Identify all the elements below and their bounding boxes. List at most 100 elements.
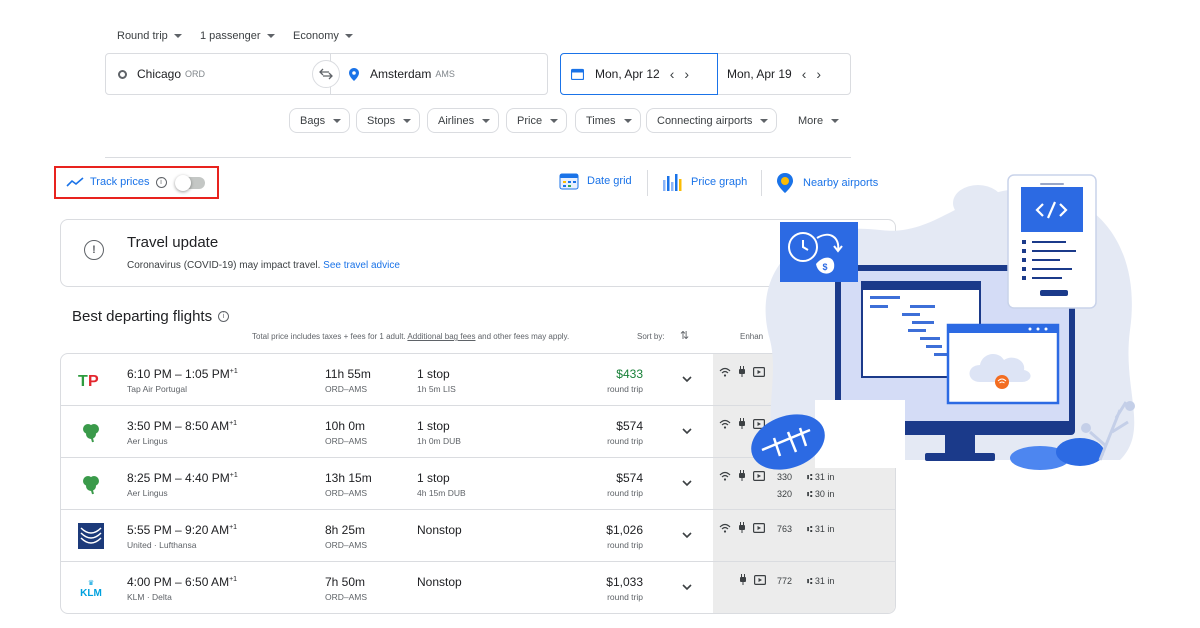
caret-down-icon xyxy=(760,118,769,123)
airline-name: Aer Lingus xyxy=(127,488,168,498)
chevron-left-icon[interactable]: ‹ xyxy=(670,67,675,81)
airline-name: Tap Air Portugal xyxy=(127,384,188,394)
expand-chevron-icon[interactable] xyxy=(680,476,694,490)
stops: 1 stop xyxy=(417,419,450,433)
info-icon[interactable]: i xyxy=(155,176,167,188)
price: $574 xyxy=(616,419,643,433)
cabin-label: Economy xyxy=(293,30,339,42)
shamrock-logo xyxy=(77,472,105,496)
filter-connecting-airports[interactable]: Connecting airports xyxy=(646,108,778,133)
filter-times[interactable]: Times xyxy=(575,108,641,133)
depart-date-field[interactable]: Mon, Apr 12 ‹ › xyxy=(560,53,718,95)
price-graph-icon xyxy=(663,174,682,191)
trend-icon xyxy=(66,177,84,187)
chevron-left-icon[interactable]: ‹ xyxy=(802,67,807,81)
legroom: ⑆ 31 in xyxy=(807,576,835,586)
price-type: round trip xyxy=(607,488,643,498)
price-type: round trip xyxy=(607,592,643,602)
flight-times: 4:00 PM – 6:50 AM+1 xyxy=(127,575,238,589)
filter-more[interactable]: More xyxy=(788,108,848,133)
travel-update-text: Coronavirus (COVID-19) may impact travel… xyxy=(127,260,321,271)
amenity-icons xyxy=(719,522,765,533)
aircraft-type: 320 xyxy=(777,489,793,499)
info-icon[interactable]: i xyxy=(218,311,230,322)
price: $433 xyxy=(616,367,643,381)
track-prices[interactable]: Track prices i xyxy=(66,176,167,188)
price-graph-label: Price graph xyxy=(691,176,748,188)
seat-icon: ⑆ xyxy=(807,489,813,499)
chevron-right-icon[interactable]: › xyxy=(684,67,689,81)
flight-row[interactable]: 5:55 PM – 9:20 AM+1 United · Lufthansa 8… xyxy=(61,510,895,562)
track-prices-toggle[interactable] xyxy=(175,175,205,191)
origin-code: ORD xyxy=(185,69,206,79)
trip-type-dropdown[interactable]: Round trip xyxy=(117,30,182,42)
stops: Nonstop xyxy=(417,575,462,589)
airline-name: United · Lufthansa xyxy=(127,540,197,550)
caret-down-icon xyxy=(173,34,182,38)
stops: 1 stop xyxy=(417,471,450,485)
date-grid-button[interactable]: Date grid xyxy=(559,172,632,190)
price-note: Total price includes taxes + fees for 1 … xyxy=(252,332,569,341)
price-note-suffix: and other fees may apply. xyxy=(477,332,570,341)
caret-down-icon xyxy=(831,118,840,123)
swap-button[interactable] xyxy=(312,60,340,88)
date-grid-label: Date grid xyxy=(587,175,632,187)
filter-label: Times xyxy=(586,114,616,127)
filter-label: Bags xyxy=(300,114,326,127)
flight-times: 6:10 PM – 1:05 PM+1 xyxy=(127,367,238,381)
aircraft-type: 772 xyxy=(777,576,793,586)
expand-chevron-icon[interactable] xyxy=(680,424,694,438)
destination-field[interactable]: Amsterdam AMS xyxy=(330,53,548,95)
calendar-icon xyxy=(571,68,584,80)
wifi-icon xyxy=(719,367,731,377)
svg-text:P: P xyxy=(88,373,99,388)
expand-chevron-icon[interactable] xyxy=(680,372,694,386)
destination-code: AMS xyxy=(435,69,455,79)
travel-update-title: Travel update xyxy=(127,234,219,251)
return-date-field[interactable]: Mon, Apr 19 ‹ › xyxy=(717,53,851,95)
divider xyxy=(105,157,851,158)
wifi-icon xyxy=(719,419,731,429)
return-date: Mon, Apr 19 xyxy=(727,67,792,81)
layover: 1h 5m LIS xyxy=(417,384,456,394)
svg-text:KLM: KLM xyxy=(80,588,102,598)
power-outlet-icon xyxy=(740,574,746,585)
airline-name: KLM · Delta xyxy=(127,592,172,602)
flight-row[interactable]: ♛ KLM 4:00 PM – 6:50 AM+1 KLM · Delta 7h… xyxy=(61,562,895,613)
caret-down-icon xyxy=(333,118,342,123)
travel-advice-link[interactable]: See travel advice xyxy=(323,260,400,271)
filter-airlines[interactable]: Airlines xyxy=(427,108,500,133)
price: $574 xyxy=(616,471,643,485)
price-graph-button[interactable]: Price graph xyxy=(661,172,747,192)
cabin-dropdown[interactable]: Economy xyxy=(293,30,353,42)
trip-type-label: Round trip xyxy=(117,30,168,42)
chevron-right-icon[interactable]: › xyxy=(816,67,821,81)
date-grid-icon xyxy=(559,173,579,190)
price-note-prefix: Total price includes taxes + fees for 1 … xyxy=(252,332,406,341)
aircraft-type: 763 xyxy=(777,524,793,534)
filter-price[interactable]: Price xyxy=(506,108,568,133)
filter-bags[interactable]: Bags xyxy=(289,108,351,133)
passengers-dropdown[interactable]: 1 passenger xyxy=(200,30,275,42)
info-circle-icon: ! xyxy=(84,240,104,260)
layover: 4h 15m DUB xyxy=(417,488,466,498)
expand-chevron-icon[interactable] xyxy=(680,528,694,542)
sort-icon[interactable]: ⇅ xyxy=(680,329,689,342)
flight-times: 3:50 PM – 8:50 AM+1 xyxy=(127,419,238,433)
price-type: round trip xyxy=(607,540,643,550)
bag-fees-link[interactable]: Additional bag fees xyxy=(407,332,475,341)
expand-chevron-icon[interactable] xyxy=(680,580,694,594)
amenity-icons xyxy=(739,574,766,585)
seat-icon: ⑆ xyxy=(807,524,813,534)
duration: 7h 50m xyxy=(325,575,366,589)
svg-text:$: $ xyxy=(822,262,827,272)
results-heading-text: Best departing flights xyxy=(72,308,213,325)
route: ORD–AMS xyxy=(325,592,368,602)
origin-field[interactable]: Chicago ORD xyxy=(105,53,331,95)
flight-times: 8:25 PM – 4:40 PM+1 xyxy=(127,471,238,485)
passengers-label: 1 passenger xyxy=(200,30,261,42)
duration: 13h 15m xyxy=(325,471,372,485)
filter-label: More xyxy=(798,114,824,127)
route: ORD–AMS xyxy=(325,436,368,446)
filter-stops[interactable]: Stops xyxy=(356,108,421,133)
